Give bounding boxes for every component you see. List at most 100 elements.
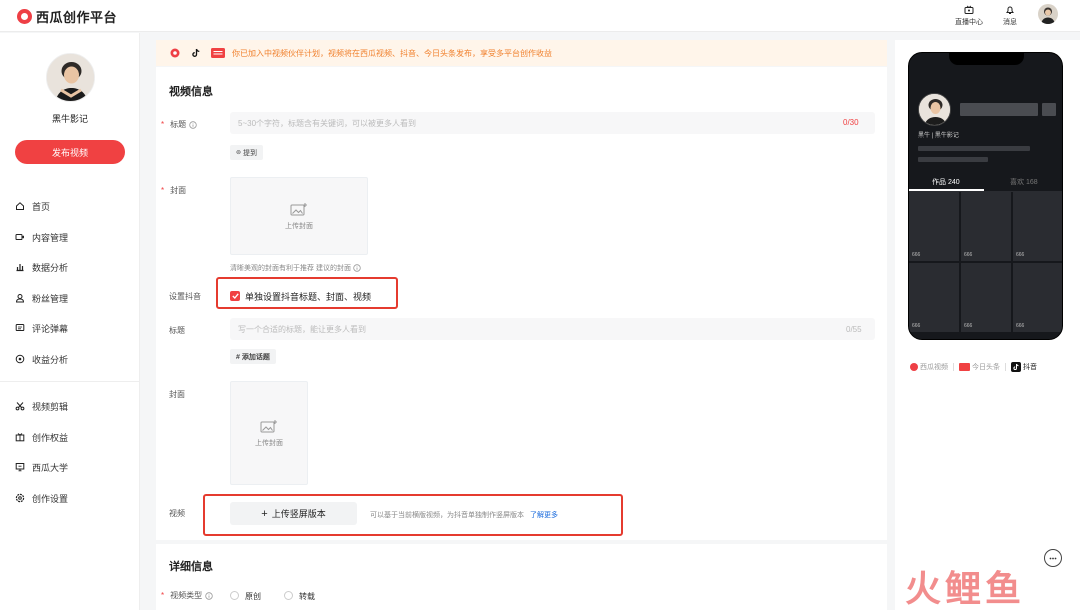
preview-grid-cell: 666 [1013,263,1062,332]
preview-avatar [918,93,951,126]
douyin-separate-checkbox[interactable] [230,291,240,301]
upload-vertical-button[interactable]: + 上传竖屏版本 [230,502,357,525]
preview-person-icon [919,94,950,125]
video-hint-text: 可以基于当前横版视频，为抖音单独制作竖屏版本 [370,512,524,519]
preview-skeleton-bar [1042,103,1056,116]
upload-cover-label: 上传封面 [285,222,313,230]
messages-button[interactable]: 消息 [1003,5,1017,27]
radio-original-label: 原创 [245,592,261,601]
nav-xigua-university[interactable]: 西瓜大学 [15,460,68,474]
top-bar: 西瓜创作平台 直播中心 消息 [0,0,1080,32]
required-mark: * [161,186,165,195]
banner-text: 你已加入中视频伙伴计划，视频将在西瓜视频、抖音、今日头条发布，享受多平台创作收益 [232,49,552,58]
nav-home[interactable]: 首页 [15,199,50,213]
partner-banner: 你已加入中视频伙伴计划，视频将在西瓜视频、抖音、今日头条发布，享受多平台创作收益 [156,40,887,66]
required-mark: * [161,591,165,600]
nav-content[interactable]: 内容管理 [15,230,68,244]
image-add-icon [290,202,307,215]
logo[interactable]: 西瓜创作平台 [17,7,117,26]
publish-video-button[interactable]: 发布视频 [15,140,125,164]
title-label-text: 标题 [170,120,187,129]
preview-grid-cell: 666 [909,192,959,261]
preview-cell-count: 666 [1016,323,1025,329]
preview-grid-cell: 666 [1013,192,1062,261]
preview-cell-count: 666 [1016,252,1025,258]
info-icon [353,264,361,272]
detail-info-panel: 详细信息 * 视频类型 原创 转载 [156,544,887,610]
watermark: 火鲤鱼 [905,568,1026,609]
nav-creator-rights-label: 创作权益 [32,432,69,443]
nav-fans-label: 粉丝管理 [32,293,69,304]
nav-creator-settings[interactable]: 创作设置 [15,491,68,505]
nav-home-label: 首页 [32,201,51,212]
platform-xigua-label: 西瓜视频 [920,364,948,371]
platform-switcher: 西瓜视频 今日头条 抖音 [910,362,1037,372]
radio-repost-label: 转载 [299,592,315,601]
dy-cover-label: 封面 [169,390,185,399]
mention-button[interactable]: ⊚ 提到 [230,145,264,160]
preview-grid-cell: 666 [909,263,959,332]
home-icon [16,202,24,210]
upload-cover-box[interactable]: 上传封面 [230,177,368,255]
preview-skeleton-bar [918,157,988,162]
douyin-icon [192,48,200,57]
chat-icon [1049,557,1057,559]
radio-repost[interactable] [284,591,293,600]
profile-person-icon [47,54,94,101]
preview-tab-works: 作品 240 [932,179,960,186]
nav-data[interactable]: 数据分析 [15,260,68,274]
section-title-video-info: 视频信息 [169,86,213,98]
comment-icon [15,324,25,331]
cover-hint: 清晰美观的封面有利于推荐 建议的封面 [230,263,361,273]
preview-cell-count: 666 [912,252,921,258]
left-sidebar: 黑牛影记 发布视频 首页 内容管理 数据分析 粉丝管理 评论弹幕 收益分析 视频… [0,33,140,610]
preview-skeleton-bar [918,146,1030,151]
bell-icon [1006,6,1014,14]
coin-icon [15,354,25,364]
add-topic-button[interactable]: # 添加话题 [230,349,276,364]
platform-toutiao-label: 今日头条 [972,364,1000,371]
sidebar-divider [0,381,140,382]
required-mark: * [161,120,165,129]
video-type-label: * 视频类型 [161,590,213,601]
gear-icon [15,493,25,503]
avatar-person-icon [1041,7,1055,24]
platform-xigua[interactable]: 西瓜视频 [910,362,948,372]
nav-income[interactable]: 收益分析 [15,352,68,366]
profile-avatar[interactable] [46,53,95,102]
preview-skeleton-bar [960,103,1038,116]
cover-label-text: 封面 [170,186,187,195]
user-avatar[interactable] [1038,4,1058,24]
chart-icon [16,264,24,272]
platform-separator [1005,363,1006,371]
preview-tab-likes: 喜欢 168 [1010,179,1038,186]
dy-upload-cover-box[interactable]: 上传封面 [230,381,308,485]
platform-toutiao[interactable]: 今日头条 [959,362,1000,372]
nav-creator-rights[interactable]: 创作权益 [15,430,68,444]
preview-cell-count: 666 [964,323,973,329]
learn-more-link[interactable]: 了解更多 [530,512,558,519]
xigua-icon [170,48,180,58]
nav-fans[interactable]: 粉丝管理 [15,291,68,305]
info-icon [189,120,197,129]
nav-video-edit[interactable]: 视频剪辑 [15,399,68,413]
radio-original[interactable] [230,591,239,600]
dy-title-input[interactable] [230,318,875,340]
user-icon [15,294,25,303]
tv-icon [964,5,974,14]
xigua-icon [910,363,918,371]
platform-douyin-label: 抖音 [1023,364,1037,371]
dy-title-label: 标题 [169,326,185,335]
nav-comments[interactable]: 评论弹幕 [15,321,68,335]
image-add-icon [260,419,277,432]
title-input[interactable] [230,112,875,134]
platform-douyin[interactable]: 抖音 [1011,362,1037,372]
douyin-setting-label: 设置抖音 [169,292,201,301]
chat-support-button[interactable] [1044,549,1062,567]
preview-cell-count: 666 [912,323,921,329]
douyin-preview-panel: 黑牛 | 黑牛影记 作品 240 喜欢 168 666 666 666 666 … [895,40,1080,610]
logo-text: 西瓜创作平台 [36,10,118,25]
upload-vertical-label: 上传竖屏版本 [271,509,326,519]
at-icon: ⊚ [236,150,242,156]
live-center-button[interactable]: 直播中心 [955,5,983,27]
